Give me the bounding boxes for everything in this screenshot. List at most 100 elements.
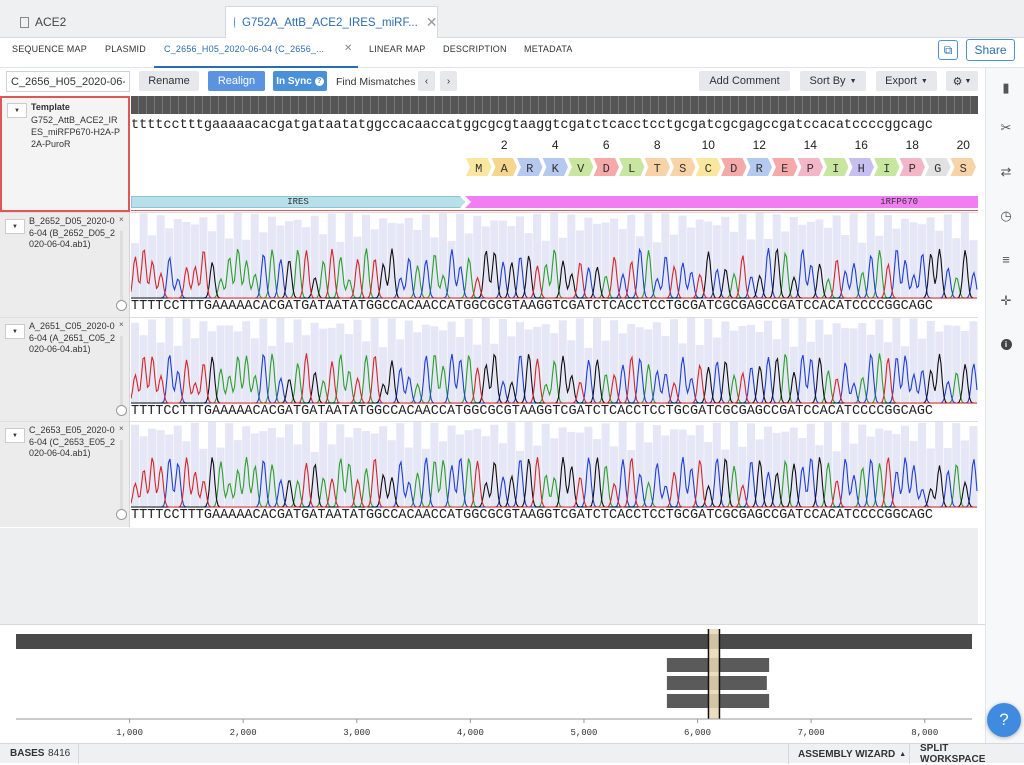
trace-height-slider[interactable] [120, 440, 123, 512]
tab-alignment[interactable]: C_2656_H05_2020-06-04 (C_2656_... ✕ [154, 38, 358, 68]
quality-bar [541, 240, 550, 299]
quality-bar [635, 327, 644, 404]
template-label-box[interactable]: ▼ Template G752_AttB_ACE2_IRES_miRFP670-… [0, 96, 130, 212]
assembly-wizard-label: ASSEMBLY WIZARD [798, 748, 896, 760]
read-label-box[interactable]: ▼ A_2651_C05_2020-06-04 (A_2651_C05_2020-… [0, 318, 130, 423]
quality-bar [695, 345, 704, 404]
quality-bar [772, 339, 781, 404]
feature-irfp670[interactable]: iRFP670 [465, 196, 978, 208]
residue-number: 14 [804, 138, 818, 152]
quality-bar [524, 422, 533, 508]
settings-button[interactable]: ⚙ ▼ [946, 71, 978, 91]
amino-acid-label: P [807, 162, 814, 176]
read-label-box[interactable]: ▼ C_2653_E05_2020-06-04 (C_2653_E05_2020-… [0, 422, 130, 527]
info-icon[interactable]: i [998, 336, 1014, 352]
quality-bar [806, 221, 815, 299]
empty-alignment-area [0, 528, 978, 624]
quality-bar [387, 222, 396, 299]
export-button[interactable]: Export ▼ [876, 71, 937, 91]
close-icon[interactable]: ✕ [426, 14, 438, 31]
slider-handle[interactable] [116, 300, 127, 311]
quality-bar [293, 219, 302, 299]
quality-bar [901, 425, 909, 508]
rename-button[interactable]: Rename [139, 71, 199, 91]
add-comment-button[interactable]: Add Comment [699, 71, 790, 91]
close-icon[interactable]: × [119, 424, 124, 433]
close-icon[interactable]: × [119, 215, 124, 224]
collapse-toggle[interactable]: ▼ [5, 428, 25, 443]
clock-icon[interactable]: ◷ [998, 208, 1014, 224]
tab-label: G752A_AttB_ACE2_IRES_miRF... [242, 16, 418, 29]
quality-bar [464, 318, 473, 404]
translation-track: M A R K V D L T S C D R E P I H I P G S 2 4 6 8 10 12 14 16 18 20 [466, 138, 976, 176]
swap-arrows-icon[interactable]: ⇄ [998, 164, 1014, 180]
collapse-toggle[interactable]: ▼ [5, 219, 25, 234]
collapse-toggle[interactable]: ▼ [7, 103, 27, 118]
bases-label: BASES [10, 748, 45, 759]
crosshair-icon[interactable]: ✛ [998, 293, 1014, 309]
quality-bar [208, 331, 216, 404]
quality-bar [781, 431, 790, 508]
help-button[interactable]: ? [987, 703, 1021, 737]
quality-bar [233, 331, 242, 404]
tab-ace2[interactable]: ACE2 [0, 6, 225, 38]
right-tool-sidebar: ▮ ✂ ⇄ ◷ ≡ ✛ i [985, 68, 1024, 743]
collapse-toggle[interactable]: ▼ [5, 324, 25, 339]
amino-acid-label: P [909, 162, 916, 176]
slider-handle[interactable] [116, 405, 127, 416]
quality-bar [139, 436, 148, 508]
overview-map[interactable]: 1,000 2,000 3,000 4,000 5,000 6,000 7,000 8,000 [0, 624, 985, 743]
quality-bar [456, 434, 465, 508]
quality-bar [190, 224, 199, 299]
tab-metadata[interactable]: METADATA [524, 38, 573, 68]
share-button[interactable]: Share [966, 39, 1015, 61]
trace-height-slider[interactable] [120, 231, 123, 303]
feature-label: IRES [287, 197, 309, 207]
assembly-wizard-button[interactable]: ASSEMBLY WIZARD ▲ [788, 744, 915, 764]
bases-count: 8416 [48, 748, 71, 759]
read-sequence: TTTTCCTTTGAAAAACACGATGATAATATGGCCACAACCA… [131, 404, 934, 419]
quality-bar [755, 439, 764, 508]
amino-acid-label: G [934, 162, 941, 176]
quality-bar [344, 437, 353, 508]
tab-description[interactable]: DESCRIPTION [443, 38, 507, 68]
close-icon[interactable]: ✕ [344, 38, 353, 60]
alignment-name-input[interactable] [6, 71, 130, 92]
amino-acid-label: I [832, 162, 839, 176]
read-label-box[interactable]: ▼ B_2652_D05_2020-06-04 (B_2652_D05_2020-… [0, 213, 130, 318]
quality-bar [516, 322, 524, 404]
realign-button[interactable]: Realign [208, 71, 265, 91]
feature-ires[interactable]: IRES [131, 196, 465, 208]
list-icon[interactable]: ≡ [998, 251, 1014, 267]
tab-linear-map[interactable]: LINEAR MAP [369, 38, 426, 68]
sort-by-button[interactable]: Sort By ▼ [800, 71, 866, 91]
tab-sequence-map[interactable]: SEQUENCE MAP [12, 38, 87, 68]
quality-bar [712, 337, 721, 404]
scissors-icon[interactable]: ✂ [998, 120, 1014, 136]
copy-icon[interactable]: ⧉ [938, 40, 958, 60]
quality-bar [302, 227, 311, 299]
quality-bar [866, 436, 875, 508]
close-icon[interactable]: × [119, 320, 124, 329]
caret-down-icon: ▼ [964, 77, 972, 85]
next-mismatch-button[interactable]: › [440, 71, 457, 91]
split-workspace-button[interactable]: SPLIT WORKSPACE [909, 743, 1024, 765]
tab-plasmid[interactable]: PLASMID [105, 38, 146, 68]
bookmark-icon[interactable]: ▮ [998, 80, 1014, 96]
amino-acid-label: V [577, 162, 585, 176]
quality-bar [875, 319, 884, 404]
slider-handle[interactable] [116, 509, 127, 520]
quality-bar [242, 239, 251, 299]
quality-bar [567, 340, 576, 404]
quality-bar [173, 425, 182, 508]
amino-acid-label: H [858, 162, 865, 176]
template-coverage-bar [131, 96, 978, 114]
trace-height-slider[interactable] [120, 336, 123, 408]
quality-bar [199, 321, 208, 404]
in-sync-badge[interactable]: In Sync ? [273, 71, 327, 91]
tab-plasmid-active[interactable]: G752A_AttB_ACE2_IRES_miRF... ✕ [225, 6, 438, 38]
export-label: Export [885, 75, 917, 87]
quality-bar [250, 433, 259, 508]
prev-mismatch-button[interactable]: ‹ [418, 71, 435, 91]
quality-bar [259, 318, 268, 404]
